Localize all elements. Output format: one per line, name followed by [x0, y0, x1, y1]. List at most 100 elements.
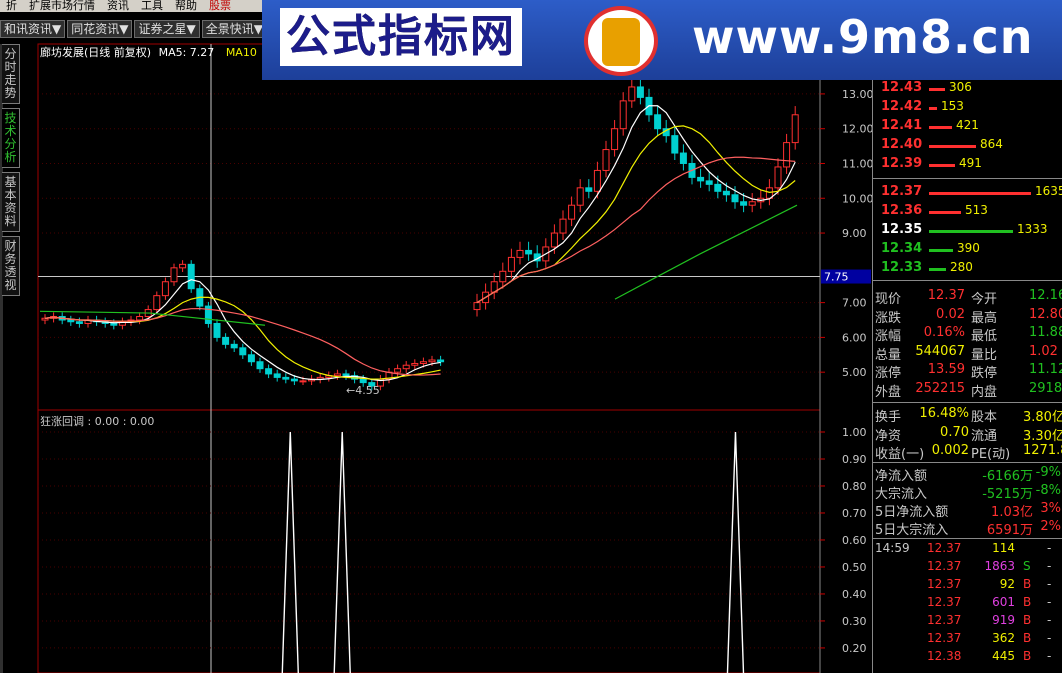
ask-price: 12.43 [881, 80, 923, 95]
tick-row: 12.37 1863 S - [875, 559, 1062, 577]
banner-left-text: 公式指标网 [280, 8, 522, 66]
quote-value: 13.59 [927, 362, 965, 377]
candle-body [671, 135, 679, 154]
indicator-tick-label: 0.80 [842, 480, 867, 493]
candle-body [499, 270, 507, 283]
tick-volume: 92 [999, 577, 1015, 591]
ma5-line [476, 105, 796, 304]
flow-percent: 3% [1040, 501, 1061, 516]
candle-body [568, 204, 576, 220]
tick-volume: 601 [992, 595, 1015, 609]
y-tick-label: 9.00 [842, 227, 867, 240]
quote-value: 0.002 [931, 443, 969, 458]
candle-body [740, 201, 748, 206]
indicator-tick-label: 0.40 [842, 588, 867, 601]
banner-right-text: www.9m8.cn [692, 10, 1034, 64]
candle-body [679, 152, 687, 164]
ask-row[interactable]: 12.43 306 [879, 80, 1062, 98]
indicator-header: 狂涨回调 : 0.00 : 0.00 [40, 415, 155, 428]
kline-chart[interactable]: 13.00 12.00 11.00 10.00 9.00 7.00 6.00 5.00 7.75… [0, 0, 872, 673]
y-tick-label: 6.00 [842, 331, 867, 344]
crosshair-value: 7.75 [824, 271, 849, 284]
flow-row: 净流入额 -6166万 -9% [875, 465, 1062, 484]
ask-volume: 864 [980, 137, 1003, 151]
tick-side: B [1023, 631, 1032, 645]
tick-price: 12.37 [927, 559, 962, 573]
bid-bar [929, 211, 961, 214]
divider [873, 178, 1062, 179]
flow-value: 1.03亿 [991, 505, 1033, 520]
tick-dash: - [1047, 631, 1052, 645]
tick-row: 12.37 919 B - [875, 613, 1062, 631]
bid-volume: 1635 [1035, 184, 1062, 198]
quote-row: 总量 544067 量比 1.02 [875, 344, 1062, 363]
tick-side: S [1023, 559, 1031, 573]
bid-row[interactable]: 12.36 513 [879, 203, 1062, 221]
candle-body [783, 142, 791, 168]
ask-row[interactable]: 12.41 421 [879, 118, 1062, 136]
bid-row[interactable]: 12.34 390 [879, 241, 1062, 259]
stock-name: 廊坊发展(日线 前复权) [40, 46, 152, 59]
candle-body [411, 362, 419, 366]
ask-row[interactable]: 12.39 491 [879, 156, 1062, 174]
quote-label: 现价 [875, 292, 902, 307]
quote-label: 跌停 [971, 366, 998, 381]
logo-shape [602, 18, 640, 66]
candle-body [731, 194, 739, 203]
ma10-label: MA10 [225, 46, 257, 59]
quote-label: 量比 [971, 347, 998, 363]
bid-row[interactable]: 12.37 1635 [879, 184, 1062, 202]
bid-price: 12.34 [881, 241, 923, 256]
ask-volume: 153 [941, 99, 964, 113]
quote-label: 最高 [971, 310, 998, 326]
bid-price: 12.33 [881, 260, 923, 275]
ma5-value: MA5: 7.27 [158, 46, 215, 59]
flow-percent: 2% [1040, 519, 1061, 534]
ask-volume: 306 [949, 80, 972, 94]
quote-value: 12.37 [927, 288, 965, 303]
bid-bar [929, 230, 1013, 233]
ask-bar [929, 145, 976, 148]
candle-body [437, 359, 445, 363]
candle-body [516, 249, 524, 258]
ask-row[interactable]: 12.42 153 [879, 99, 1062, 117]
candle-body [187, 263, 195, 290]
divider [873, 280, 1062, 281]
flow-label: 净流入额 [875, 469, 928, 484]
quote-row: 净资 0.70 流通 3.30亿 [875, 425, 1062, 444]
flow-label: 5日净流入额 [875, 505, 949, 520]
candle-body [213, 322, 221, 338]
indicator-tick-label: 0.70 [842, 507, 867, 520]
tick-side: B [1023, 577, 1032, 591]
quote-row: 收益(一) 0.002PE(动) 1271.8 [875, 443, 1062, 462]
quote-value: 0.02 [936, 306, 965, 322]
candle-body [628, 86, 636, 102]
y-tick-label: 10.00 [842, 192, 872, 205]
bid-row[interactable]: 12.35 1333 [879, 222, 1062, 240]
candle-body [161, 281, 169, 297]
candle-body [179, 263, 187, 269]
candle-body [282, 376, 290, 380]
quote-value: 16.48% [919, 406, 969, 421]
ask-row[interactable]: 12.40 864 [879, 137, 1062, 155]
tick-volume: 445 [992, 649, 1015, 663]
indicator-spike [281, 431, 299, 673]
quote-row: 现价 12.37 今开 12.16 [875, 288, 1062, 307]
tick-side: B [1023, 649, 1032, 663]
quote-label: 涨幅 [875, 329, 902, 344]
ma5-line [44, 279, 441, 382]
ask-bar [929, 88, 945, 91]
indicator-frame [37, 409, 821, 673]
candle-body [507, 256, 515, 272]
bid-row[interactable]: 12.33 280 [879, 260, 1062, 278]
tick-price: 12.37 [927, 613, 962, 627]
quote-value: 11.12 [1029, 362, 1062, 377]
candle-body [239, 347, 247, 356]
y-tick-label: 13.00 [842, 88, 872, 101]
y-tick-label: 7.00 [842, 297, 867, 310]
quote-row: 涨停 13.59 跌停 11.12 [875, 362, 1062, 381]
tick-dash: - [1047, 595, 1052, 609]
candle-body [136, 316, 144, 321]
ask-price: 12.42 [881, 99, 923, 114]
y-tick-label: 11.00 [842, 157, 872, 170]
